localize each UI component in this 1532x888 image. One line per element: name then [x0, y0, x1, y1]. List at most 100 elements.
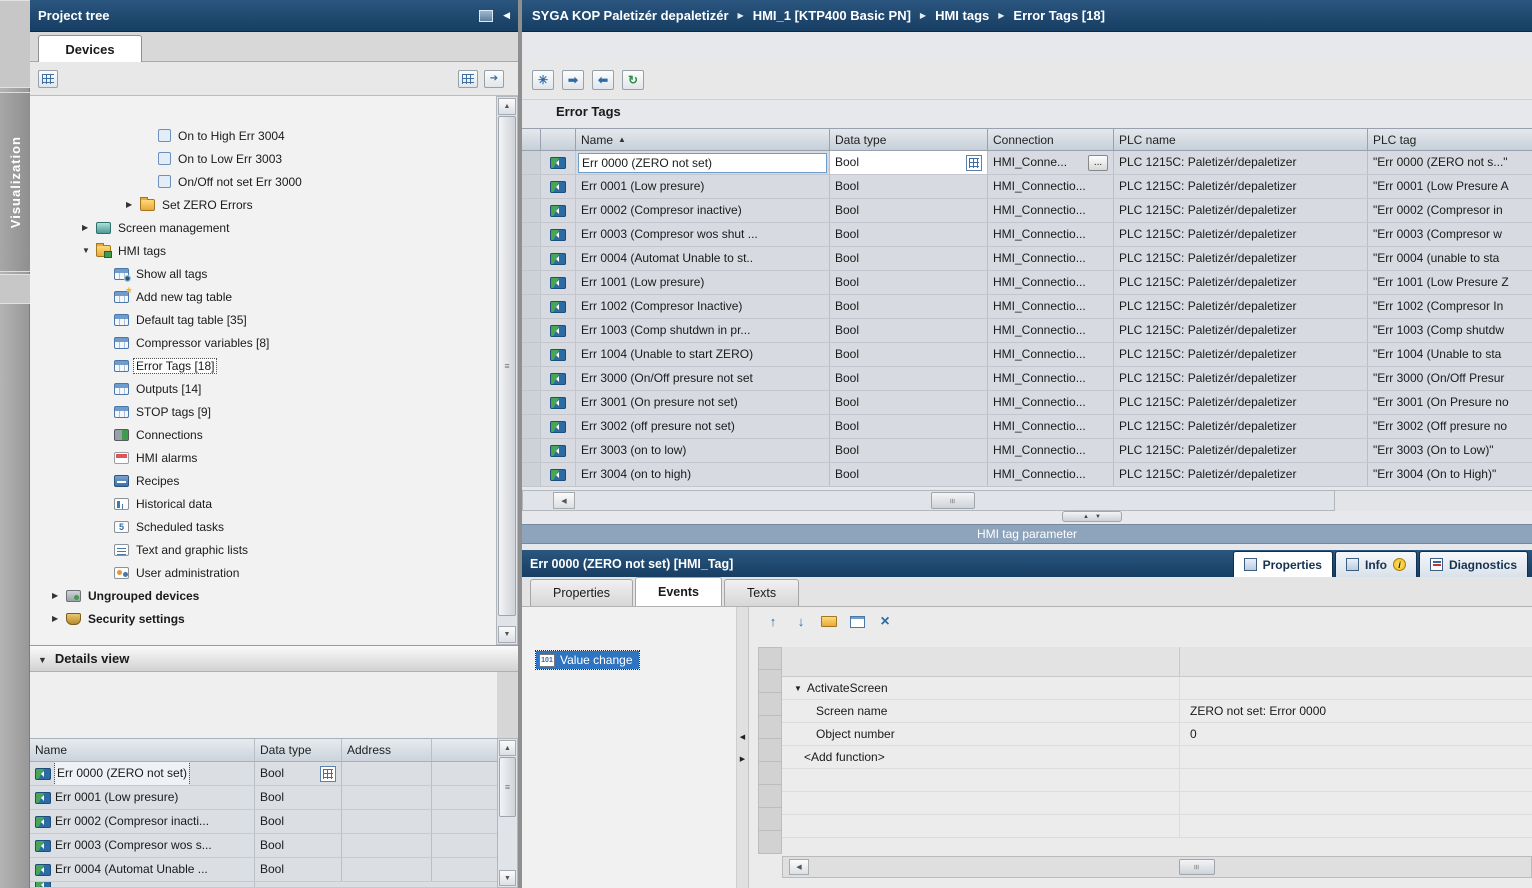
tag-plcname[interactable]: PLC 1215C: Paletizér/depaletizer	[1114, 343, 1368, 366]
tag-plcname[interactable]: PLC 1215C: Paletizér/depaletizer	[1114, 175, 1368, 198]
collapse-panel-icon[interactable]	[503, 10, 510, 21]
tag-row[interactable]: Err 3004 (on to high)BoolHMI_Connectio..…	[522, 463, 1532, 487]
tag-plcname[interactable]: PLC 1215C: Paletizér/depaletizer	[1114, 295, 1368, 318]
tag-datatype[interactable]: Bool	[830, 247, 988, 270]
tree-item-screen-management[interactable]: Screen management	[30, 216, 496, 239]
row-handle[interactable]	[522, 151, 541, 174]
tag-plcname[interactable]: PLC 1215C: Paletizér/depaletizer	[1114, 391, 1368, 414]
expand-arrow-icon[interactable]	[52, 591, 61, 600]
tree-item-stop-tags[interactable]: STOP tags [9]	[30, 400, 496, 423]
subtab-events[interactable]: Events	[635, 577, 722, 606]
breadcrumb-device[interactable]: HMI_1 [KTP400 Basic PN]	[753, 8, 911, 23]
add-tag-icon[interactable]: ✳	[532, 70, 554, 90]
details-row[interactable]: Err 0003 (Compresor wos s... Bool	[30, 834, 497, 858]
tag-datatype[interactable]: Bool	[830, 391, 988, 414]
tag-datatype[interactable]: Bool	[830, 175, 988, 198]
tag-row[interactable]: Err 1001 (Low presure)BoolHMI_Connectio.…	[522, 271, 1532, 295]
tag-datatype[interactable]: Bool	[835, 151, 859, 174]
tag-datatype[interactable]: Bool	[830, 223, 988, 246]
header-plcname[interactable]: PLC name	[1114, 129, 1368, 150]
tree-item-text-graphic-lists[interactable]: Text and graphic lists	[30, 538, 496, 561]
tag-name[interactable]: Err 3000 (On/Off presure not set	[576, 367, 830, 390]
tree-item-connections[interactable]: Connections	[30, 423, 496, 446]
row-handle[interactable]	[522, 175, 541, 198]
tree-item-screen-on-to-low[interactable]: On to Low Err 3003	[30, 147, 496, 170]
tree-item-historical-data[interactable]: Historical data	[30, 492, 496, 515]
details-row[interactable]: Err 0001 (Low presure) Bool	[30, 786, 497, 810]
tree-item-scheduled-tasks[interactable]: Scheduled tasks	[30, 515, 496, 538]
hscrollbar-thumb[interactable]	[1179, 859, 1215, 875]
tag-row[interactable]: Err 3001 (On presure not set)BoolHMI_Con…	[522, 391, 1532, 415]
tag-plcname[interactable]: PLC 1215C: Paletizér/depaletizer	[1114, 223, 1368, 246]
tag-plctag[interactable]: "Err 3004 (On to High)"	[1368, 463, 1532, 486]
header-plctag[interactable]: PLC tag	[1368, 129, 1532, 150]
hmi-tag-parameter-bar[interactable]: HMI tag parameter	[522, 524, 1532, 544]
tag-row-selected[interactable]: Err 0000 (ZERO not set) Bool HMI_Conne..…	[522, 151, 1532, 175]
tag-connection[interactable]: HMI_Connectio...	[988, 415, 1114, 438]
function-name[interactable]: ActivateScreen	[807, 681, 888, 695]
tag-datatype[interactable]: Bool	[830, 367, 988, 390]
datatype-dropdown-icon[interactable]	[966, 155, 982, 171]
tag-connection[interactable]: HMI_Connectio...	[988, 343, 1114, 366]
breadcrumb-hmi-tags[interactable]: HMI tags	[935, 8, 989, 23]
tag-name[interactable]: Err 3002 (off presure not set)	[576, 415, 830, 438]
tag-name[interactable]: Err 0004 (Automat Unable to st..	[576, 247, 830, 270]
param-value[interactable]: 0	[1180, 723, 1532, 745]
task-card-visualization[interactable]: Visualization	[0, 92, 30, 272]
tag-row[interactable]: Err 0001 (Low presure)BoolHMI_Connectio.…	[522, 175, 1532, 199]
tag-plctag[interactable]: "Err 3003 (On to Low)"	[1368, 439, 1532, 462]
param-value[interactable]: ZERO not set: Error 0000	[1180, 700, 1532, 722]
tag-row[interactable]: Err 1004 (Unable to start ZERO)BoolHMI_C…	[522, 343, 1532, 367]
tag-plcname[interactable]: PLC 1215C: Paletizér/depaletizer	[1114, 439, 1368, 462]
row-handle[interactable]	[522, 415, 541, 438]
tree-item-user-administration[interactable]: User administration	[30, 561, 496, 584]
expand-arrow-icon[interactable]	[126, 200, 135, 209]
move-down-icon[interactable]	[791, 612, 811, 631]
delete-function-icon[interactable]	[875, 612, 895, 631]
scroll-down-icon[interactable]	[498, 626, 516, 643]
tree-item-hmi-alarms[interactable]: HMI alarms	[30, 446, 496, 469]
tag-row[interactable]: Err 3003 (on to low)BoolHMI_Connectio...…	[522, 439, 1532, 463]
table-view-icon[interactable]	[458, 70, 478, 88]
tag-name[interactable]: Err 3004 (on to high)	[576, 463, 830, 486]
device-view-icon[interactable]	[38, 70, 58, 88]
tag-plctag[interactable]: "Err 1002 (Compresor In	[1368, 295, 1532, 318]
tag-row[interactable]: Err 0002 (Compresor inactive)BoolHMI_Con…	[522, 199, 1532, 223]
sort-asc-icon[interactable]	[618, 129, 626, 150]
tree-item-compressor-variables[interactable]: Compressor variables [8]	[30, 331, 496, 354]
tag-plcname[interactable]: PLC 1215C: Paletizér/depaletizer	[1114, 415, 1368, 438]
splitter-right-icon[interactable]	[740, 755, 745, 763]
tag-name[interactable]: Err 3001 (On presure not set)	[576, 391, 830, 414]
details-col-name[interactable]: Name	[30, 739, 255, 761]
tree-item-security-settings[interactable]: Security settings	[30, 607, 496, 630]
expand-arrow-icon[interactable]	[82, 223, 91, 232]
hscrollbar-thumb[interactable]	[931, 492, 975, 509]
expand-arrow-icon[interactable]	[52, 614, 61, 623]
tree-scrollbar-thumb[interactable]	[498, 116, 516, 616]
row-handle[interactable]	[522, 319, 541, 342]
tag-name[interactable]: Err 3003 (on to low)	[576, 439, 830, 462]
add-function-label[interactable]: <Add function>	[782, 746, 1180, 768]
tag-name[interactable]: Err 1002 (Compresor Inactive)	[576, 295, 830, 318]
tab-info[interactable]: Info	[1335, 551, 1417, 577]
tag-plcname[interactable]: PLC 1215C: Paletizér/depaletizer	[1114, 319, 1368, 342]
tag-datatype[interactable]: Bool	[830, 415, 988, 438]
tag-connection[interactable]: HMI_Connectio...	[988, 391, 1114, 414]
tag-name[interactable]: Err 1003 (Comp shutdwn in pr...	[576, 319, 830, 342]
tag-row[interactable]: Err 1003 (Comp shutdwn in pr...BoolHMI_C…	[522, 319, 1532, 343]
tag-plcname[interactable]: PLC 1215C: Paletizér/depaletizer	[1114, 271, 1368, 294]
tag-row[interactable]: Err 3002 (off presure not set)BoolHMI_Co…	[522, 415, 1532, 439]
tag-plctag[interactable]: "Err 0003 (Compresor w	[1368, 223, 1532, 246]
tree-scrollbar[interactable]	[496, 96, 518, 645]
tag-row[interactable]: Err 3000 (On/Off presure not setBoolHMI_…	[522, 367, 1532, 391]
add-function-row[interactable]: <Add function>	[782, 746, 1532, 769]
tag-connection[interactable]: HMI_Connectio...	[988, 247, 1114, 270]
tree-item-screen-on-to-high[interactable]: On to High Err 3004	[30, 124, 496, 147]
details-view-header[interactable]: Details view	[30, 645, 518, 672]
param-row[interactable]: Object number 0	[782, 723, 1532, 746]
tag-connection[interactable]: HMI_Connectio...	[988, 319, 1114, 342]
tag-datatype[interactable]: Bool	[830, 439, 988, 462]
tag-connection[interactable]: HMI_Connectio...	[988, 295, 1114, 318]
tag-name[interactable]: Err 1004 (Unable to start ZERO)	[576, 343, 830, 366]
tag-plctag[interactable]: "Err 1003 (Comp shutdw	[1368, 319, 1532, 342]
